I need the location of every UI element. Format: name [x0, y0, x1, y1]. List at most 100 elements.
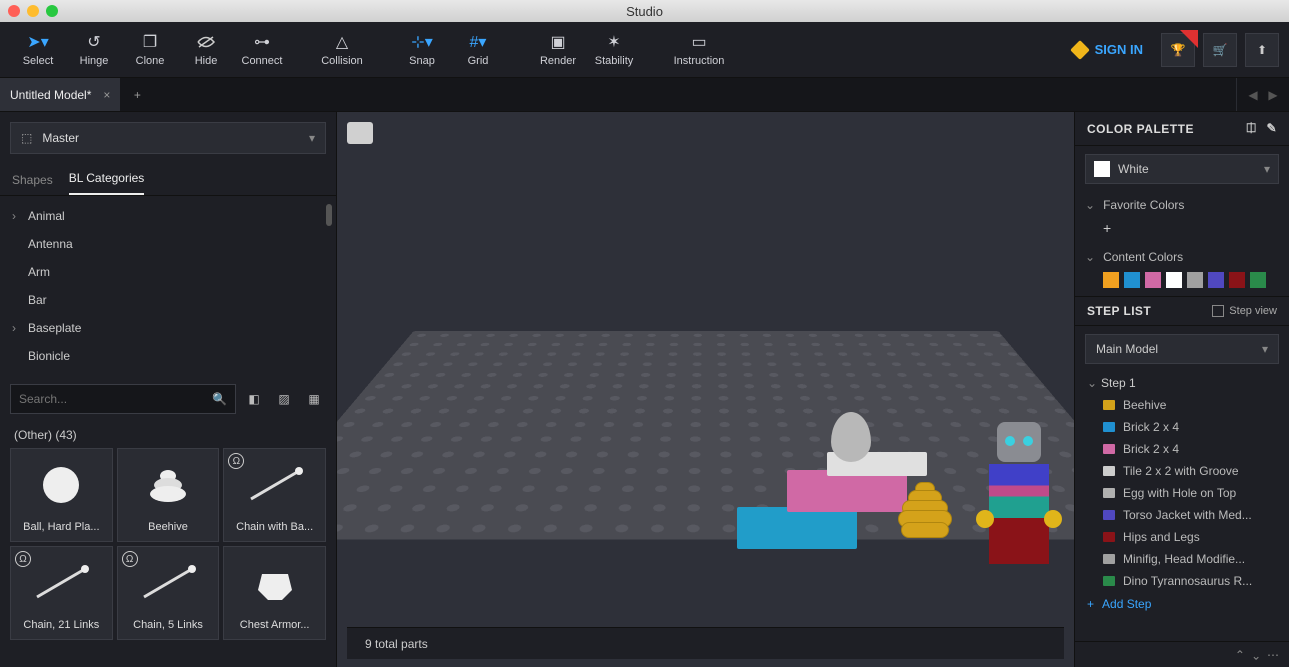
step-part-row[interactable]: Torso Jacket with Med...	[1079, 504, 1285, 526]
collapse-icon[interactable]: ⌃	[1251, 648, 1261, 662]
part-thumbnail	[224, 547, 325, 619]
instruction-tool[interactable]: ▭Instruction	[666, 23, 732, 77]
part-label: Ball, Hard Pla...	[11, 521, 112, 541]
render-tool[interactable]: ▣Render	[530, 23, 586, 77]
step-part-label: Brick 2 x 4	[1123, 442, 1179, 456]
beta-ribbon-icon	[1180, 30, 1198, 48]
step-part-row[interactable]: Dino Tyrannosaurus R...	[1079, 570, 1285, 592]
palette-filter-icon[interactable]: ⎅	[1246, 121, 1256, 136]
favorite-colors-section[interactable]: ⌄Favorite Colors	[1075, 192, 1289, 218]
color-swatch[interactable]	[1124, 272, 1140, 288]
view-mode-hatch-button[interactable]: ▨	[272, 387, 296, 411]
color-swatch[interactable]	[1229, 272, 1245, 288]
viewport-camera-button[interactable]	[347, 122, 373, 144]
step-model-dropdown[interactable]: Main Model▾	[1085, 334, 1279, 364]
color-swatch[interactable]	[1145, 272, 1161, 288]
upload-icon: ⬆	[1257, 43, 1267, 57]
part-search-input[interactable]: 🔍	[10, 384, 236, 414]
part-cell[interactable]: Ω Chain, 5 Links	[117, 546, 220, 640]
step-part-row[interactable]: Brick 2 x 4	[1079, 438, 1285, 460]
step-part-row[interactable]: Minifig, Head Modifie...	[1079, 548, 1285, 570]
hide-tool[interactable]: Hide	[178, 23, 234, 77]
category-item[interactable]: Bionicle	[0, 342, 336, 370]
scrollbar-thumb[interactable]	[326, 204, 332, 226]
content-colors-section[interactable]: ⌄Content Colors	[1075, 244, 1289, 270]
part-color-icon	[1103, 400, 1115, 410]
part-thumbnail	[118, 449, 219, 521]
step-part-row[interactable]: Tile 2 x 2 with Groove	[1079, 460, 1285, 482]
collision-tool[interactable]: △Collision	[314, 23, 370, 77]
step-part-label: Minifig, Head Modifie...	[1123, 552, 1245, 566]
part-thumbnail	[11, 449, 112, 521]
view-mode-grid-button[interactable]: ▦	[302, 387, 326, 411]
step-row[interactable]: ⌄Step 1	[1079, 372, 1285, 394]
select-tool[interactable]: ➤▾Select	[10, 23, 66, 77]
chevron-down-icon: ⌄	[1085, 198, 1095, 212]
nav-next-button[interactable]: ▶	[1263, 88, 1283, 102]
tab-shapes[interactable]: Shapes	[12, 173, 53, 195]
part-label: Chain, 5 Links	[118, 619, 219, 639]
document-tab[interactable]: Untitled Model*×	[0, 78, 120, 111]
stability-icon: ✶	[607, 33, 620, 51]
color-swatch[interactable]	[1103, 272, 1119, 288]
part-cell[interactable]: Beehive	[117, 448, 220, 542]
part-cell[interactable]: Chest Armor...	[223, 546, 326, 640]
more-icon[interactable]: ⋯	[1267, 648, 1279, 662]
zoom-window-button[interactable]	[46, 5, 58, 17]
part-label: Chain, 21 Links	[11, 619, 112, 639]
current-color-dropdown[interactable]: White ▾	[1085, 154, 1279, 184]
color-swatch[interactable]	[1208, 272, 1224, 288]
cursor-icon: ➤▾	[27, 33, 48, 51]
category-item[interactable]: Arm	[0, 258, 336, 286]
category-item[interactable]: Bar	[0, 286, 336, 314]
tab-bl-categories[interactable]: BL Categories	[69, 171, 145, 195]
close-tab-icon[interactable]: ×	[103, 88, 110, 102]
color-swatch[interactable]	[1250, 272, 1266, 288]
stability-tool[interactable]: ✶Stability	[586, 23, 642, 77]
view-mode-solid-button[interactable]: ◧	[242, 387, 266, 411]
step-part-row[interactable]: Beehive	[1079, 394, 1285, 416]
color-swatch[interactable]	[1187, 272, 1203, 288]
model-select-dropdown[interactable]: ⬚ Master ▾	[10, 122, 326, 154]
category-item[interactable]: Antenna	[0, 230, 336, 258]
step-view-toggle[interactable]: Step view	[1212, 305, 1277, 317]
cart-button[interactable]: 🛒	[1203, 33, 1237, 67]
grid-tool[interactable]: #▾Grid	[450, 23, 506, 77]
chevron-down-icon: ⌄	[1085, 250, 1095, 264]
viewport-statusbar: 9 total parts	[347, 627, 1064, 659]
category-item[interactable]: ›Animal	[0, 202, 336, 230]
new-tab-button[interactable]: +	[120, 78, 154, 111]
step-part-row[interactable]: Hips and Legs	[1079, 526, 1285, 548]
hinge-tool[interactable]: ↺Hinge	[66, 23, 122, 77]
trophy-button[interactable]: 🏆	[1161, 33, 1195, 67]
hide-icon	[197, 33, 215, 51]
part-badge-icon: Ω	[122, 551, 138, 567]
nav-prev-button[interactable]: ◀	[1243, 88, 1263, 102]
step-part-label: Beehive	[1123, 398, 1166, 412]
part-color-icon	[1103, 444, 1115, 454]
sign-in-button[interactable]: SIGN IN	[1063, 42, 1153, 57]
part-cell[interactable]: ΩChain with Ba...	[223, 448, 326, 542]
minimize-window-button[interactable]	[27, 5, 39, 17]
upload-button[interactable]: ⬆	[1245, 33, 1279, 67]
step-part-row[interactable]: Brick 2 x 4	[1079, 416, 1285, 438]
color-swatch[interactable]	[1166, 272, 1182, 288]
book-icon: ▭	[691, 33, 706, 51]
search-field[interactable]	[19, 392, 212, 406]
clone-tool[interactable]: ❐Clone	[122, 23, 178, 77]
snap-tool[interactable]: ⊹▾Snap	[394, 23, 450, 77]
step-part-row[interactable]: Egg with Hole on Top	[1079, 482, 1285, 504]
part-cell[interactable]: ΩChain, 21 Links	[10, 546, 113, 640]
add-favorite-color-button[interactable]: +	[1075, 218, 1289, 244]
eyedropper-icon[interactable]: ✎	[1266, 121, 1277, 136]
category-item[interactable]: ›Baseplate	[0, 314, 336, 342]
connect-tool[interactable]: ⊶Connect	[234, 23, 290, 77]
search-icon: 🔍	[212, 392, 227, 406]
part-cell[interactable]: Ball, Hard Pla...	[10, 448, 113, 542]
viewport-3d[interactable]	[337, 112, 1074, 627]
part-color-icon	[1103, 488, 1115, 498]
close-window-button[interactable]	[8, 5, 20, 17]
add-step-button[interactable]: +Add Step	[1079, 592, 1285, 616]
collapse-icon[interactable]: ⌃	[1235, 648, 1245, 662]
step-part-label: Egg with Hole on Top	[1123, 486, 1236, 500]
